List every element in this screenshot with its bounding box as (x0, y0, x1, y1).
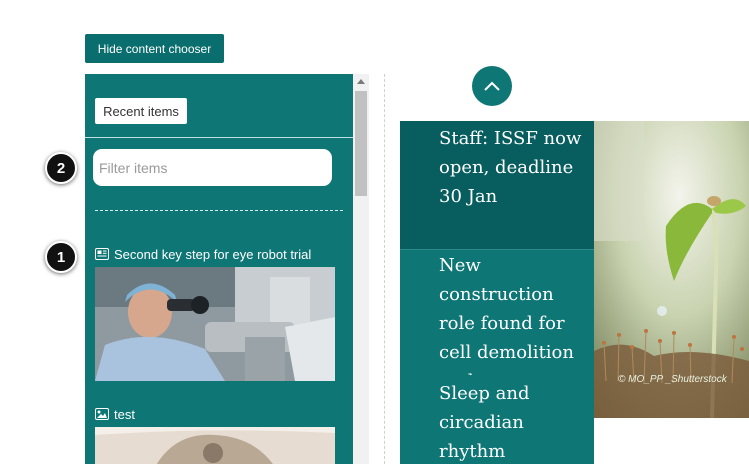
news-title: New construction role found for cell dem… (439, 255, 574, 375)
scroll-up-button[interactable] (472, 66, 512, 106)
step-badge-2: 2 (45, 152, 77, 184)
news-title: Sleep and circadian rhythm (439, 383, 530, 462)
list-item[interactable]: Second key step for eye robot trial (95, 245, 335, 381)
test-image (95, 427, 335, 464)
item-title-row: test (95, 405, 335, 423)
tab-recent-items[interactable]: Recent items (95, 98, 187, 124)
news-item[interactable]: Sleep and circadian rhythm (400, 375, 594, 464)
news-title: Staff: ISSF now open, deadline 30 Jan (439, 128, 582, 207)
hide-content-chooser-button[interactable]: Hide content chooser (85, 34, 224, 63)
hero-seedling-image: © MO_PP _Shutterstock (594, 121, 749, 418)
chevron-up-icon (484, 81, 500, 91)
layout-guide-line (384, 74, 385, 464)
step-badge-1: 1 (45, 241, 77, 273)
scroll-thumb[interactable] (355, 91, 367, 196)
dashed-divider (95, 210, 343, 211)
news-item[interactable]: Staff: ISSF now open, deadline 30 Jan (400, 121, 594, 249)
scroll-up-arrow-icon[interactable] (353, 74, 369, 88)
image-credit: © MO_PP _Shutterstock (618, 374, 727, 385)
filter-items-input[interactable] (93, 149, 332, 186)
image-icon (95, 408, 109, 420)
chooser-scrollbar[interactable] (353, 74, 369, 464)
list-item[interactable]: test (95, 405, 335, 464)
news-icon (95, 248, 109, 260)
eye-robot-surgery-image (95, 267, 335, 381)
news-list: Staff: ISSF now open, deadline 30 Jan Ne… (400, 121, 594, 464)
news-item[interactable]: New construction role found for cell dem… (400, 249, 594, 375)
item-title-row: Second key step for eye robot trial (95, 245, 335, 263)
tab-divider (85, 137, 353, 138)
content-chooser-panel: Recent items Second key step for eye rob… (85, 74, 353, 464)
item-title: test (114, 406, 135, 422)
item-title: Second key step for eye robot trial (114, 246, 312, 262)
